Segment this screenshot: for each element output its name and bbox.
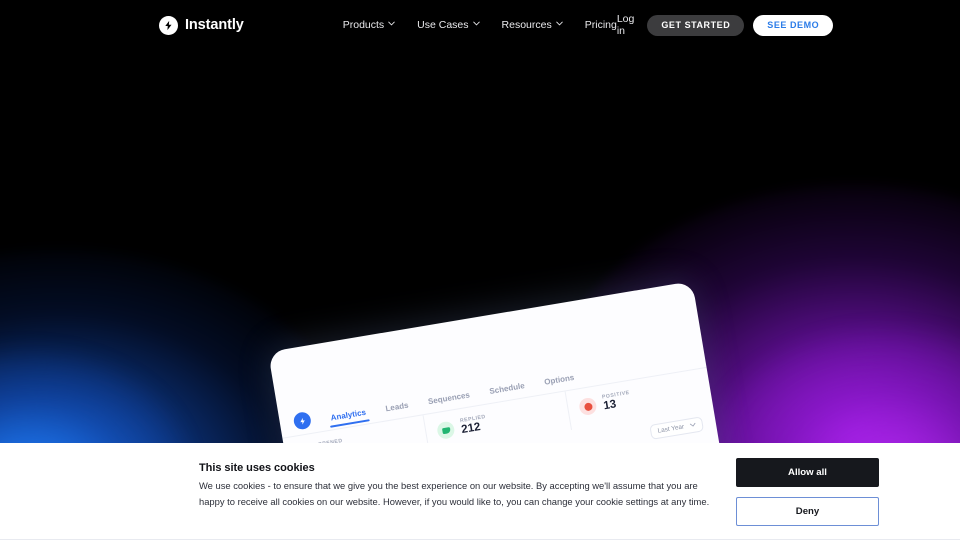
cookie-consent-banner: This site uses cookies We use cookies - … (0, 443, 960, 540)
dashboard-date-filter-label: Last Year (657, 423, 685, 435)
deny-button[interactable]: Deny (736, 497, 879, 526)
chevron-down-icon (689, 422, 696, 430)
chevron-down-icon (555, 21, 563, 28)
nav-item-resources-label: Resources (501, 19, 552, 31)
smile-icon (578, 396, 598, 417)
cookie-banner-actions: Allow all Deny (736, 458, 879, 526)
navbar-actions: Log in GET STARTED SEE DEMO (617, 13, 834, 37)
brand-name: Instantly (185, 17, 244, 33)
nav-item-products-label: Products (342, 19, 385, 31)
chevron-down-icon (388, 21, 395, 28)
cookie-banner-heading: This site uses cookies (199, 462, 315, 474)
top-navbar: Instantly Products Use Cases Resources P… (0, 0, 960, 50)
navbar-links: Products Use Cases Resources Pricing (343, 19, 617, 31)
brand-logo[interactable]: Instantly (159, 15, 244, 35)
login-link[interactable]: Log in (617, 13, 635, 37)
bolt-circle-icon (159, 15, 178, 35)
bolt-circle-icon (292, 410, 313, 431)
nav-item-use-cases-label: Use Cases (417, 19, 469, 31)
dashboard-tab-leads[interactable]: Leads (385, 401, 410, 419)
reply-icon (436, 420, 456, 441)
stat-value: 212 (460, 421, 482, 437)
get-started-button[interactable]: GET STARTED (647, 14, 745, 36)
nav-item-resources[interactable]: Resources (502, 19, 563, 31)
nav-item-pricing-label: Pricing (584, 19, 617, 31)
allow-all-button[interactable]: Allow all (736, 458, 879, 487)
chevron-down-icon (472, 21, 480, 28)
cookie-banner-body: We use cookies - to ensure that we give … (199, 480, 710, 507)
nav-item-use-cases[interactable]: Use Cases (417, 19, 480, 31)
nav-item-pricing[interactable]: Pricing (585, 19, 617, 31)
nav-item-products[interactable]: Products (343, 19, 395, 31)
see-demo-button[interactable]: SEE DEMO (753, 14, 834, 36)
page-root: Analytics Leads Sequences Schedule Optio… (0, 0, 960, 540)
